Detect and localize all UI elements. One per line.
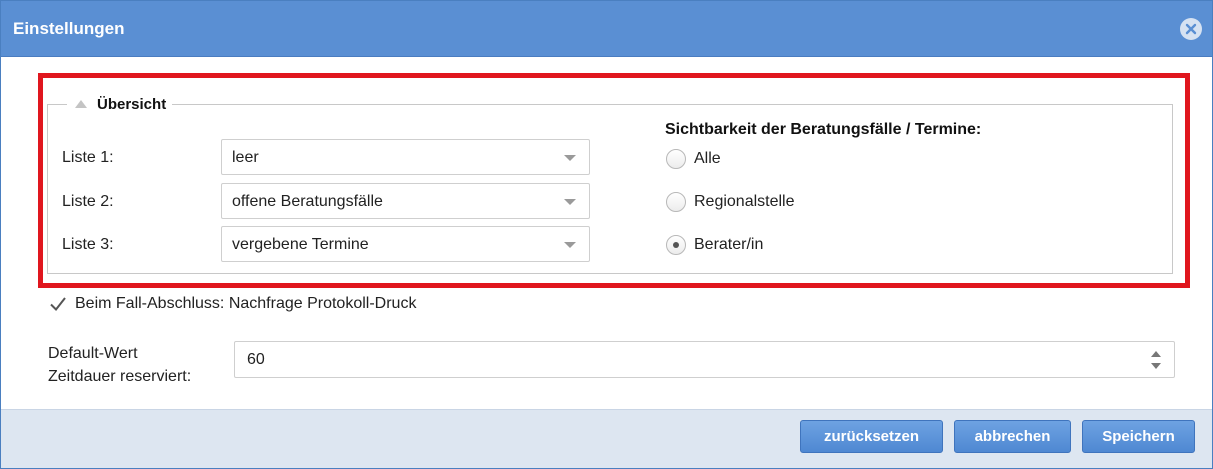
protocol-checkbox-row[interactable]: Beim Fall-Abschluss: Nachfrage Protokoll…: [49, 295, 416, 313]
checkbox-checked[interactable]: [49, 295, 67, 313]
settings-dialog: Einstellungen Übersicht Liste 1: leer Li…: [0, 0, 1213, 469]
cancel-button[interactable]: abbrechen: [954, 420, 1071, 453]
highlight-frame: [38, 73, 1190, 288]
default-duration-value: 60: [247, 351, 265, 368]
reset-button[interactable]: zurücksetzen: [800, 420, 943, 453]
spin-up-icon[interactable]: [1151, 351, 1161, 357]
protocol-checkbox-label: Beim Fall-Abschluss: Nachfrage Protokoll…: [75, 295, 417, 312]
dialog-title: Einstellungen: [13, 19, 125, 38]
dialog-titlebar: Einstellungen: [1, 1, 1212, 57]
default-duration-label: Default-Wert Zeitdauer reserviert:: [48, 342, 191, 388]
default-duration-label-line1: Default-Wert: [48, 345, 138, 362]
close-icon[interactable]: [1180, 18, 1202, 40]
save-button[interactable]: Speichern: [1082, 420, 1195, 453]
stepper-icon[interactable]: [1150, 350, 1162, 370]
default-duration-input[interactable]: 60: [234, 341, 1175, 378]
spin-down-icon[interactable]: [1151, 363, 1161, 369]
default-duration-label-line2: Zeitdauer reserviert:: [48, 368, 192, 385]
